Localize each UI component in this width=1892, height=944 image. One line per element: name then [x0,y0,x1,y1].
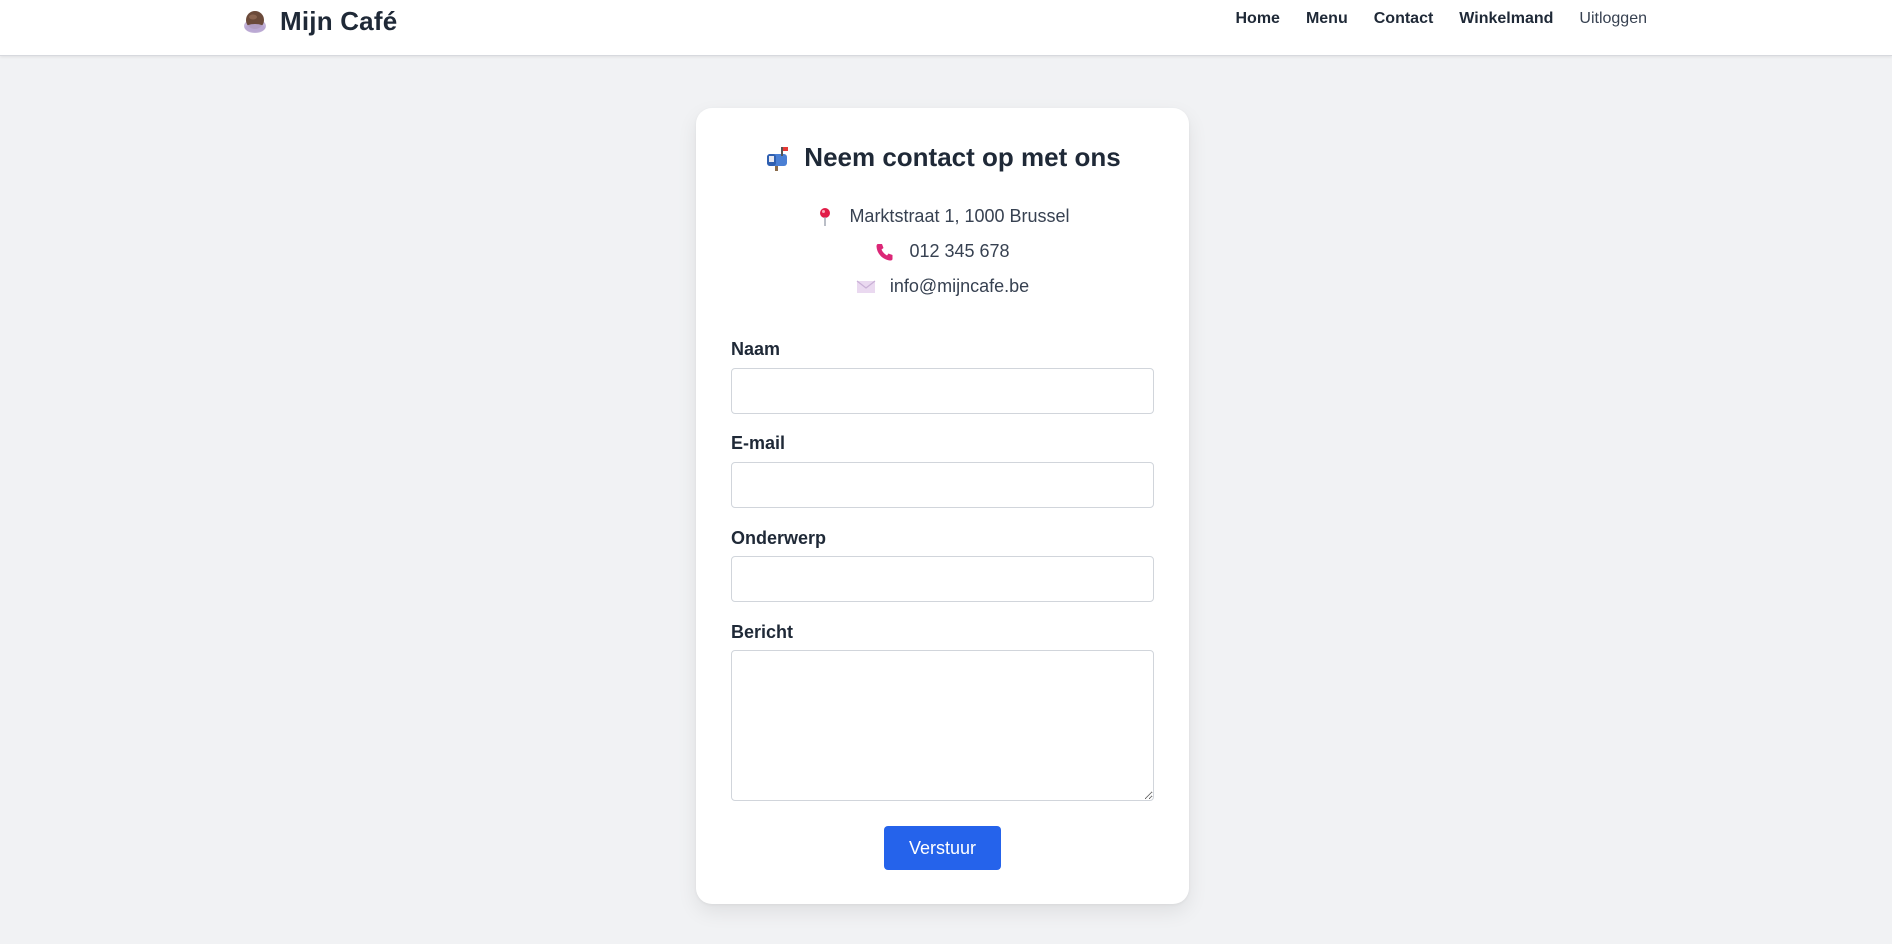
brand[interactable]: Mijn Café [242,6,397,37]
email-input[interactable] [731,462,1154,508]
contact-card: Neem contact op met ons Marktstraat 1, 1… [696,108,1189,904]
address-text: Marktstraat 1, 1000 Brussel [849,206,1070,226]
contact-heading: Neem contact op met ons [696,142,1189,173]
email-label: E-mail [731,433,786,453]
envelope-icon [856,277,876,297]
mailbox-icon [764,145,790,171]
nav-winkelmand[interactable]: Winkelmand [1459,10,1553,28]
subject-input[interactable] [731,556,1154,602]
nav-menu[interactable]: Menu [1306,10,1348,28]
nav-home[interactable]: Home [1236,10,1280,28]
top-navbar: Mijn Café Home Menu Contact Winkelmand U… [0,0,1892,56]
subject-label: Onderwerp [731,528,827,548]
main-nav: Home Menu Contact Winkelmand Uitloggen [1236,10,1648,28]
phone-icon [875,242,895,262]
phone-text: 012 345 678 [909,241,1010,261]
coffee-cup-icon [242,9,268,35]
nav-uitloggen[interactable]: Uitloggen [1579,10,1647,28]
name-input[interactable] [731,368,1154,414]
phone-line: 012 345 678 [696,241,1189,262]
name-label: Naam [731,339,781,359]
brand-title: Mijn Café [280,6,398,36]
nav-contact[interactable]: Contact [1374,10,1434,28]
message-label: Bericht [731,622,794,642]
message-textarea[interactable] [731,650,1154,801]
contact-title: Neem contact op met ons [804,142,1121,172]
email-line: info@mijncafe.be [696,276,1189,297]
email-text[interactable]: info@mijncafe.be [890,276,1029,297]
submit-button[interactable]: Verstuur [884,826,1001,870]
pin-icon [815,207,835,227]
address-line: Marktstraat 1, 1000 Brussel [696,206,1189,227]
